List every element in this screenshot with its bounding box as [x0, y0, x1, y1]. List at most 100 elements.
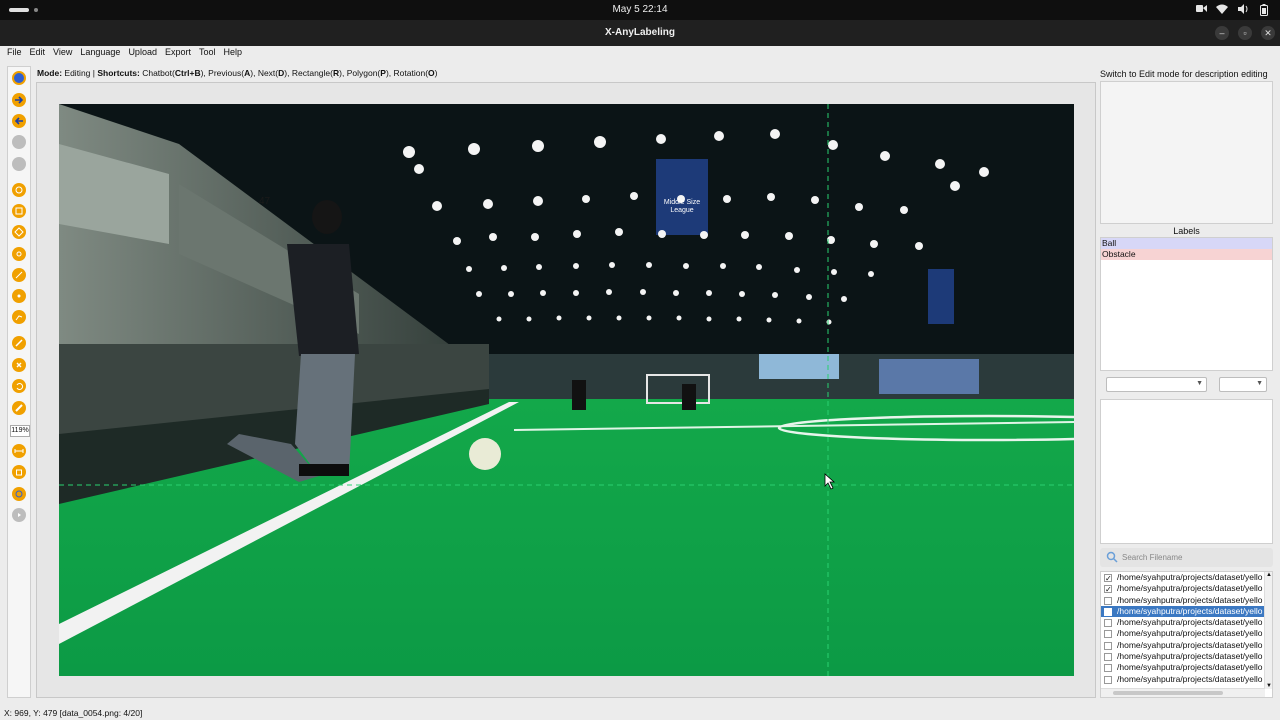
labels-list: Ball Obstacle	[1100, 237, 1273, 371]
file-checkbox[interactable]	[1104, 596, 1112, 605]
brush-icon[interactable]	[12, 401, 26, 415]
file-list-item[interactable]: /home/syahputra/projects/dataset/yello	[1101, 595, 1265, 606]
file-list: ✓/home/syahputra/projects/dataset/yello ✓…	[1100, 571, 1273, 698]
file-name: /home/syahputra/projects/dataset/yello	[1117, 594, 1263, 605]
file-list-item[interactable]: /home/syahputra/projects/dataset/yello	[1101, 651, 1265, 662]
scene-banner-text: Middle Size League	[663, 199, 701, 214]
annotation-image[interactable]: Middle Size League 47	[59, 104, 1074, 676]
file-checkbox[interactable]	[1104, 653, 1112, 662]
file-checkbox[interactable]	[1104, 664, 1112, 673]
rotation-icon[interactable]	[12, 225, 26, 239]
file-list-item[interactable]: /home/syahputra/projects/dataset/yello	[1101, 605, 1265, 618]
label-item-ball[interactable]: Ball	[1101, 238, 1272, 249]
menu-export[interactable]: Export	[161, 46, 195, 60]
file-list-item[interactable]: ✓ /home/syahputra/projects/dataset/yello	[1101, 572, 1265, 583]
system-top-bar: May 5 22:14	[0, 0, 1280, 20]
file-checkbox[interactable]	[1104, 619, 1112, 628]
file-name: /home/syahputra/projects/dataset/yello	[1117, 572, 1263, 582]
file-name: /home/syahputra/projects/dataset/yello	[1117, 628, 1263, 639]
file-checkbox[interactable]: ✓	[1104, 585, 1112, 594]
label-filter-dropdown[interactable]: ▼	[1106, 377, 1207, 392]
run-icon[interactable]	[12, 508, 26, 522]
group-filter-dropdown[interactable]: ▼	[1219, 377, 1267, 392]
menu-language[interactable]: Language	[76, 46, 124, 60]
delete-file-icon[interactable]	[12, 157, 26, 171]
mode-value: Editing	[64, 68, 91, 78]
menu-view[interactable]: View	[49, 46, 76, 60]
file-search[interactable]: Search Filename	[1100, 548, 1273, 567]
polygon-icon[interactable]	[12, 247, 26, 261]
system-tray[interactable]	[1195, 3, 1270, 17]
shortcut-rotation: Rotation(O)	[393, 68, 438, 78]
volume-icon	[1237, 4, 1249, 16]
menu-upload[interactable]: Upload	[124, 46, 161, 60]
shapes-list[interactable]	[1100, 399, 1273, 544]
ai-icon[interactable]	[12, 465, 26, 479]
file-name: /home/syahputra/projects/dataset/yello	[1117, 583, 1263, 594]
search-input[interactable]: Search Filename	[1122, 553, 1182, 562]
menu-help[interactable]: Help	[220, 46, 247, 60]
line-icon[interactable]	[12, 268, 26, 282]
shortcut-chatbot: Chatbot(Ctrl+B),	[142, 68, 206, 78]
maximize-button[interactable]: ▫	[1238, 26, 1252, 40]
scroll-up-icon[interactable]: ▲	[1265, 572, 1272, 578]
menu-bar: File Edit View Language Upload Export To…	[0, 46, 1280, 60]
shortcut-previous: Previous(A),	[208, 68, 256, 78]
file-name: /home/syahputra/projects/dataset/yello	[1117, 673, 1263, 684]
labels-title: Labels	[1173, 226, 1200, 236]
menu-file[interactable]: File	[3, 46, 26, 60]
chevron-down-icon: ▼	[1256, 380, 1263, 387]
menu-tool[interactable]: Tool	[195, 46, 220, 60]
window-title: X-AnyLabeling	[604, 27, 675, 38]
file-list-item[interactable]: ✓ /home/syahputra/projects/dataset/yello	[1101, 583, 1265, 594]
description-editor[interactable]	[1100, 81, 1273, 224]
status-bar: X: 969, Y: 479 [data_0054.png: 4/20]	[4, 708, 143, 718]
file-list-item[interactable]: /home/syahputra/projects/dataset/yello	[1101, 617, 1265, 628]
edit-icon[interactable]	[12, 336, 26, 350]
file-name: /home/syahputra/projects/dataset/yello	[1117, 605, 1263, 616]
shortcut-rectangle: Rectangle(R),	[291, 68, 345, 78]
file-checkbox[interactable]	[1104, 675, 1112, 684]
menu-edit[interactable]: Edit	[26, 46, 50, 60]
open-dir-icon[interactable]	[12, 71, 26, 85]
close-button[interactable]: ✕	[1261, 26, 1275, 40]
zoom-level-input[interactable]: 119%	[10, 425, 30, 437]
fit-width-icon[interactable]	[12, 444, 26, 458]
wifi-icon	[1216, 4, 1228, 16]
camera-icon	[1195, 4, 1207, 16]
soccer-field-photo	[59, 104, 1074, 676]
scene-wall-number: 47	[259, 196, 271, 207]
shortcuts-label: Shortcuts:	[97, 68, 140, 78]
rectangle-icon[interactable]	[12, 204, 26, 218]
file-list-item[interactable]: /home/syahputra/projects/dataset/yello	[1101, 662, 1265, 673]
linestrip-icon[interactable]	[12, 310, 26, 324]
file-checkbox[interactable]	[1104, 630, 1112, 639]
file-name: /home/syahputra/projects/dataset/yello	[1117, 639, 1263, 650]
minimize-button[interactable]: –	[1215, 26, 1229, 40]
ai-auto-icon[interactable]	[12, 487, 26, 501]
label-item-obstacle[interactable]: Obstacle	[1101, 249, 1272, 260]
window-title-bar[interactable]: X-AnyLabeling – ▫ ✕	[0, 20, 1280, 46]
file-list-item[interactable]: /home/syahputra/projects/dataset/yello	[1101, 628, 1265, 639]
file-list-item[interactable]: /home/syahputra/projects/dataset/yello	[1101, 640, 1265, 651]
file-name: /home/syahputra/projects/dataset/yello	[1117, 651, 1263, 662]
next-image-icon[interactable]	[12, 93, 26, 107]
file-list-scrollbar[interactable]: ▲ ▼	[1264, 572, 1272, 689]
circle-icon[interactable]	[12, 183, 26, 197]
hscroll-thumb[interactable]	[1113, 691, 1223, 695]
point-icon[interactable]	[12, 289, 26, 303]
file-list-item[interactable]: /home/syahputra/projects/dataset/yello	[1101, 674, 1265, 685]
delete-shape-icon[interactable]	[12, 358, 26, 372]
battery-icon	[1258, 4, 1270, 16]
file-checkbox[interactable]	[1104, 641, 1112, 650]
file-checkbox[interactable]	[1104, 607, 1112, 616]
file-checkbox[interactable]: ✓	[1104, 574, 1112, 583]
save-icon[interactable]	[12, 135, 26, 149]
file-list-hscrollbar[interactable]	[1101, 688, 1265, 697]
prev-image-icon[interactable]	[12, 114, 26, 128]
mode-label: Mode:	[37, 68, 63, 78]
undo-icon[interactable]	[12, 379, 26, 393]
scroll-down-icon[interactable]: ▼	[1265, 683, 1272, 689]
file-name: /home/syahputra/projects/dataset/yello	[1117, 617, 1263, 628]
system-clock[interactable]: May 5 22:14	[0, 4, 1280, 15]
